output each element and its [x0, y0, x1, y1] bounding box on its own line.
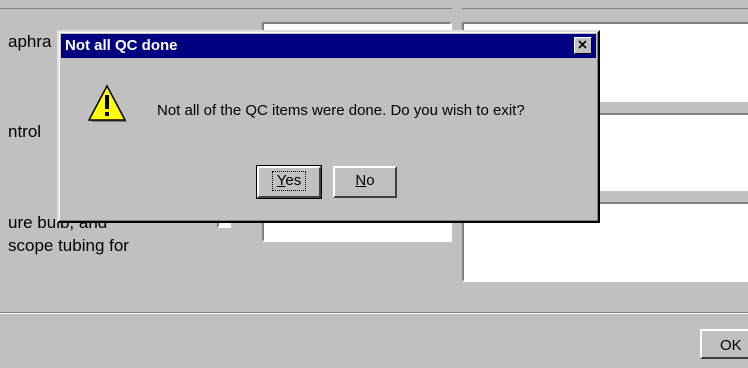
form-label-tubing: scope tubing for: [8, 236, 129, 255]
dialog-title: Not all QC done: [65, 37, 178, 54]
divider: [0, 8, 452, 9]
ok-button[interactable]: OK: [700, 329, 748, 359]
no-mnemonic: N: [355, 172, 367, 189]
yes-button[interactable]: Yes: [256, 165, 322, 199]
dialog-message: Not all of the QC items were done. Do yo…: [157, 102, 525, 119]
no-button-label: No: [355, 172, 374, 189]
close-icon: [578, 40, 587, 49]
close-button[interactable]: [574, 37, 592, 54]
yes-label-rest: es: [285, 172, 302, 189]
yes-button-label: Yes: [271, 171, 307, 191]
divider: [462, 8, 748, 9]
no-label-rest: o: [366, 172, 375, 189]
form-label-control: ntrol: [8, 122, 42, 141]
warning-icon: [87, 84, 127, 122]
form-label-diaphragm: aphra: [8, 32, 52, 51]
dialog-titlebar[interactable]: Not all QC done: [61, 34, 596, 58]
divider: [0, 313, 748, 314]
confirm-dialog: Not all QC done Not all of the QC items …: [57, 30, 600, 223]
no-button[interactable]: No: [333, 166, 397, 198]
